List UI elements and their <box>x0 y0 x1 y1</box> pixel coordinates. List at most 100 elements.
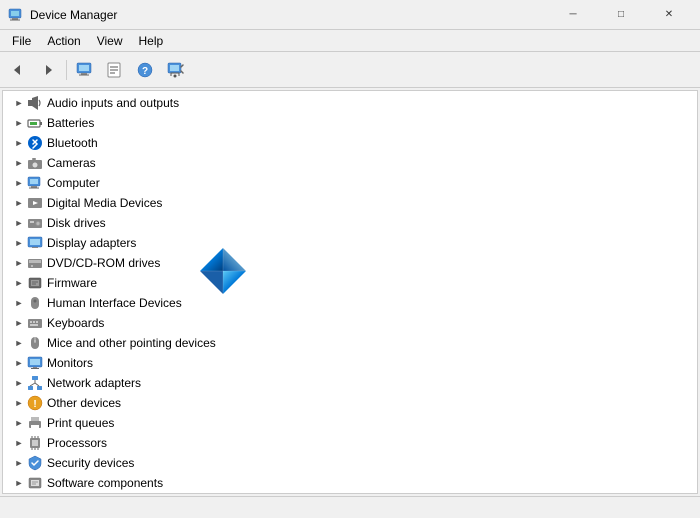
tree-item-label: Cameras <box>47 156 96 170</box>
forward-icon <box>40 62 56 78</box>
speaker-icon <box>27 95 43 111</box>
tree-item[interactable]: ► Keyboards <box>3 313 697 333</box>
tree-expander[interactable]: ► <box>11 275 27 291</box>
app-icon <box>8 7 24 23</box>
tree-expander[interactable]: ► <box>11 115 27 131</box>
toolbar: ? <box>0 52 700 88</box>
disk-icon <box>27 215 43 231</box>
printer-icon <box>27 415 43 431</box>
tree-expander[interactable]: ► <box>11 415 27 431</box>
tree-expander[interactable]: ► <box>11 455 27 471</box>
window-controls: ─ □ ✕ <box>550 0 692 30</box>
tree-item-label: Network adapters <box>47 376 141 390</box>
main-container: ► Audio inputs and outputs ► Batteries ►… <box>2 90 698 494</box>
display-icon <box>27 235 43 251</box>
battery-icon <box>27 115 43 131</box>
tree-item[interactable]: ► Batteries <box>3 113 697 133</box>
back-button[interactable] <box>4 56 32 84</box>
tree-expander[interactable]: ► <box>11 195 27 211</box>
tree-expander[interactable]: ► <box>11 395 27 411</box>
hid-icon <box>27 295 43 311</box>
tree-item[interactable]: ► Mice and other pointing devices <box>3 333 697 353</box>
tree-item[interactable]: ► DVD/CD-ROM drives <box>3 253 697 273</box>
tree-item-label: Digital Media Devices <box>47 196 162 210</box>
menu-view[interactable]: View <box>89 32 131 50</box>
tree-item[interactable]: ► Software components <box>3 473 697 493</box>
tree-item[interactable]: ► Network adapters <box>3 373 697 393</box>
computer-icon <box>27 175 43 191</box>
tree-item-label: Mice and other pointing devices <box>47 336 216 350</box>
tree-expander[interactable]: ► <box>11 375 27 391</box>
tree-item[interactable]: ► Human Interface Devices <box>3 293 697 313</box>
tree-expander[interactable]: ► <box>11 235 27 251</box>
menu-file[interactable]: File <box>4 32 39 50</box>
computer-icon <box>76 61 94 79</box>
firmware-icon <box>27 275 43 291</box>
tree-expander[interactable]: ► <box>11 175 27 191</box>
tree-expander[interactable]: ► <box>11 435 27 451</box>
tree-item[interactable]: ► Monitors <box>3 353 697 373</box>
tree-item[interactable]: ► Print queues <box>3 413 697 433</box>
bluetooth-icon <box>27 135 43 151</box>
tree-expander[interactable]: ► <box>11 335 27 351</box>
properties-icon <box>106 61 124 79</box>
tree-expander[interactable]: ► <box>11 295 27 311</box>
tree-item-label: Firmware <box>47 276 97 290</box>
tree-item[interactable]: ► Bluetooth <box>3 133 697 153</box>
tree-item-label: Batteries <box>47 116 94 130</box>
tree-item[interactable]: ► Digital Media Devices <box>3 193 697 213</box>
tree-expander[interactable]: ► <box>11 95 27 111</box>
tree-item-label: Software components <box>47 476 163 490</box>
keyboard-icon <box>27 315 43 331</box>
toolbar-separator-1 <box>66 60 67 80</box>
title-bar: Device Manager ─ □ ✕ <box>0 0 700 30</box>
tree-expander[interactable]: ► <box>11 155 27 171</box>
properties-button[interactable] <box>101 56 129 84</box>
close-button[interactable]: ✕ <box>646 0 692 30</box>
help-button[interactable]: ? <box>131 56 159 84</box>
menu-help[interactable]: Help <box>131 32 172 50</box>
other-icon: ! <box>27 395 43 411</box>
minimize-button[interactable]: ─ <box>550 0 596 30</box>
tree-item-label: Bluetooth <box>47 136 98 150</box>
svg-text:!: ! <box>33 399 36 410</box>
tree-expander[interactable]: ► <box>11 475 27 491</box>
tree-item-label: Other devices <box>47 396 121 410</box>
tree-item[interactable]: ► Disk drives <box>3 213 697 233</box>
menu-bar: File Action View Help <box>0 30 700 52</box>
processor-icon <box>27 435 43 451</box>
tree-item-label: Print queues <box>47 416 114 430</box>
tree-item[interactable]: ► Display adapters <box>3 233 697 253</box>
tree-item-label: DVD/CD-ROM drives <box>47 256 160 270</box>
tree-item-label: Keyboards <box>47 316 104 330</box>
network-icon <box>27 375 43 391</box>
svg-text:?: ? <box>142 66 148 77</box>
tree-item[interactable]: ► Security devices <box>3 453 697 473</box>
device-tree[interactable]: ► Audio inputs and outputs ► Batteries ►… <box>3 91 697 493</box>
security-icon <box>27 455 43 471</box>
scan-button[interactable] <box>161 56 189 84</box>
tree-item-label: Disk drives <box>47 216 106 230</box>
tree-expander[interactable]: ► <box>11 355 27 371</box>
tree-item[interactable]: ► Cameras <box>3 153 697 173</box>
tree-expander[interactable]: ► <box>11 135 27 151</box>
tree-item[interactable]: ► Computer <box>3 173 697 193</box>
media-icon <box>27 195 43 211</box>
tree-item[interactable]: ► Audio inputs and outputs <box>3 93 697 113</box>
tree-item[interactable]: ► Firmware <box>3 273 697 293</box>
dvd-icon <box>27 255 43 271</box>
tree-expander[interactable]: ► <box>11 255 27 271</box>
tree-item-label: Audio inputs and outputs <box>47 96 179 110</box>
tree-item-label: Display adapters <box>47 236 136 250</box>
computer-button[interactable] <box>71 56 99 84</box>
tree-item[interactable]: ► ! Other devices <box>3 393 697 413</box>
tree-item[interactable]: ► Processors <box>3 433 697 453</box>
maximize-button[interactable]: □ <box>598 0 644 30</box>
camera-icon <box>27 155 43 171</box>
tree-item-label: Computer <box>47 176 100 190</box>
menu-action[interactable]: Action <box>39 32 88 50</box>
tree-expander[interactable]: ► <box>11 215 27 231</box>
forward-button[interactable] <box>34 56 62 84</box>
tree-expander[interactable]: ► <box>11 315 27 331</box>
mouse-icon <box>27 335 43 351</box>
